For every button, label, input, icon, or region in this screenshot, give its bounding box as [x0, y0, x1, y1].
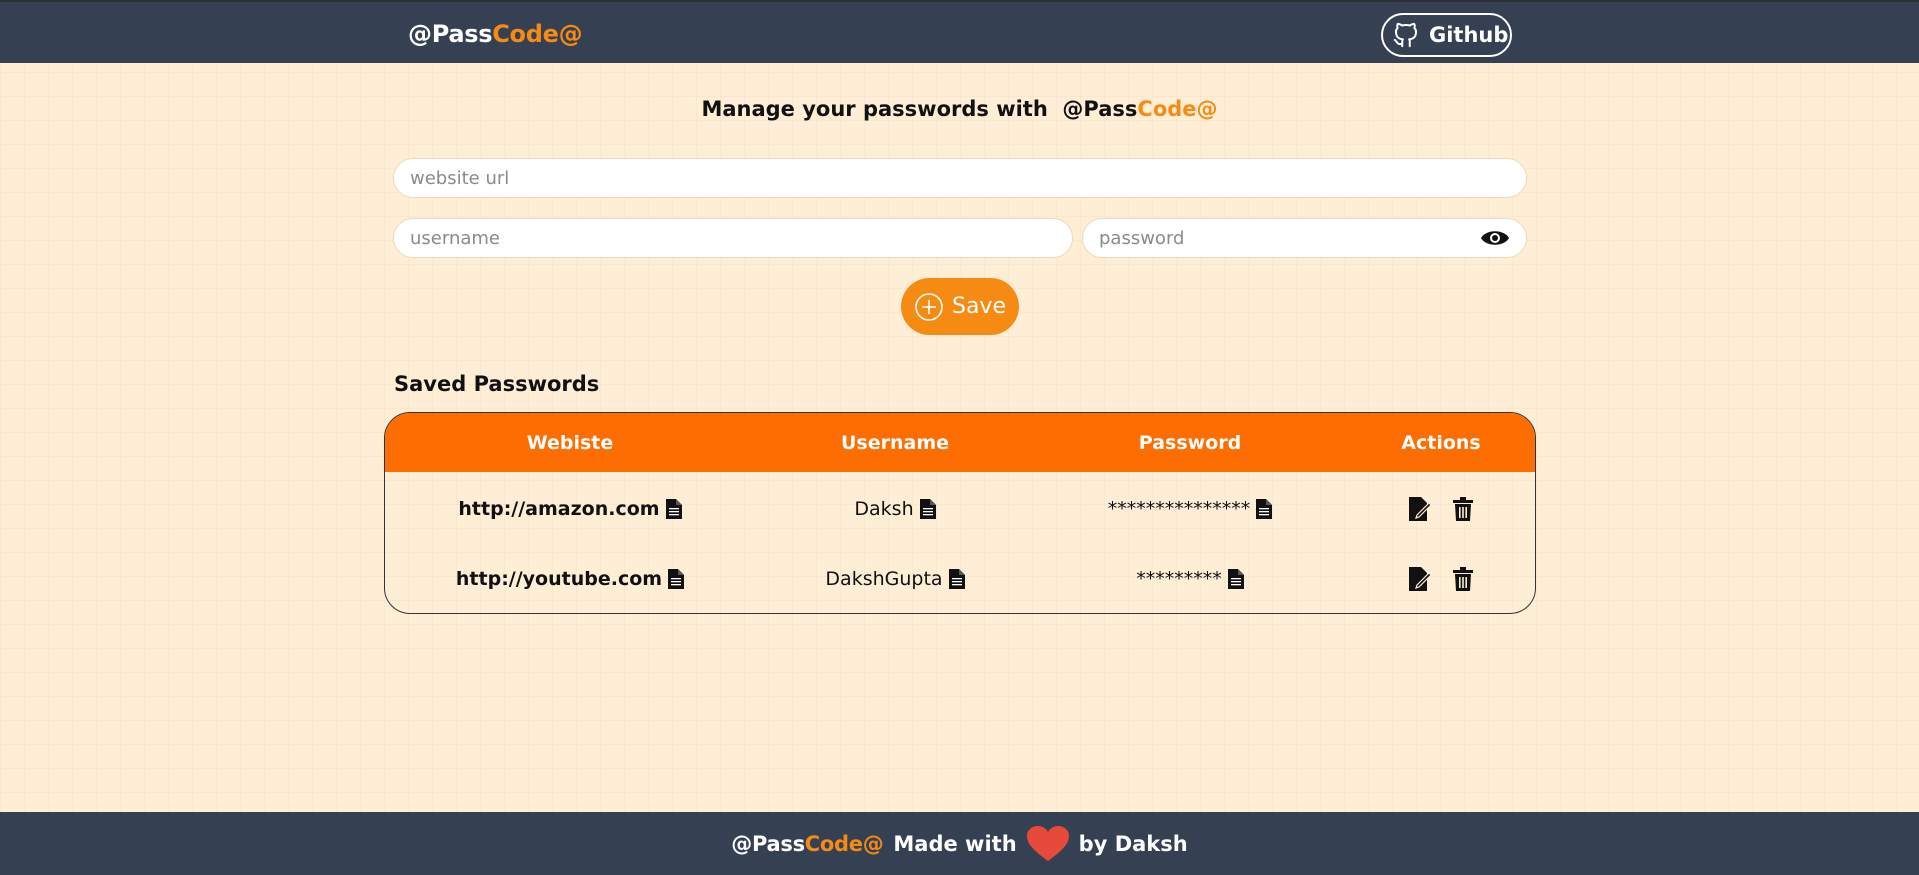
passwords-table: Webiste Username Password Actions http:/…: [384, 412, 1536, 614]
table-row: http://youtube.com DakshGupta *********: [385, 544, 1535, 613]
cell-password: ***************: [1035, 474, 1345, 544]
heading-text: Manage your passwords with: [701, 97, 1048, 121]
header-actions: Actions: [1401, 431, 1481, 454]
edit-icon[interactable]: [1409, 497, 1431, 521]
footer-made-with: Made with: [893, 831, 1017, 856]
cell-website: http://youtube.com: [385, 544, 755, 613]
header-website: Webiste: [526, 431, 614, 454]
website-link[interactable]: http://youtube.com: [456, 568, 662, 590]
github-button[interactable]: Github: [1381, 13, 1512, 57]
website-link[interactable]: http://amazon.com: [458, 498, 659, 520]
footer: @PassCode@ Made with by Daksh: [0, 812, 1919, 875]
saved-passwords-title: Saved Passwords: [394, 372, 600, 396]
copy-document-icon[interactable]: [1256, 499, 1273, 519]
footer-by: by Daksh: [1078, 831, 1188, 856]
copy-document-icon[interactable]: [948, 569, 965, 589]
page-heading: Manage your passwords with @PassCode@: [0, 97, 1919, 121]
edit-icon[interactable]: [1409, 567, 1431, 591]
cell-actions: [1345, 544, 1535, 613]
password-value: *********: [1136, 568, 1222, 590]
header-password: Password: [1138, 431, 1242, 454]
password-value: ***************: [1107, 498, 1251, 520]
header-username: Username: [840, 431, 950, 454]
cell-website: http://amazon.com: [385, 474, 755, 544]
save-label: Save: [951, 294, 1006, 319]
eye-icon[interactable]: [1479, 224, 1511, 252]
trash-icon[interactable]: [1453, 497, 1473, 521]
password-input[interactable]: [1082, 218, 1527, 258]
username-input[interactable]: [393, 218, 1073, 258]
brand-prefix: @Pass: [408, 20, 493, 48]
cell-actions: [1345, 474, 1535, 544]
copy-document-icon[interactable]: [665, 499, 682, 519]
table-header: Webiste Username Password Actions: [385, 413, 1535, 472]
copy-document-icon[interactable]: [668, 569, 685, 589]
nav-brand-logo[interactable]: @PassCode@: [408, 20, 583, 48]
table-row: http://amazon.com Daksh ***************: [385, 474, 1535, 544]
username-value: Daksh: [854, 498, 914, 520]
trash-icon[interactable]: [1453, 567, 1473, 591]
username-value: DakshGupta: [825, 568, 943, 590]
copy-document-icon[interactable]: [919, 499, 936, 519]
copy-document-icon[interactable]: [1227, 569, 1244, 589]
footer-brand: @PassCode@: [731, 831, 884, 856]
github-label: Github: [1429, 23, 1509, 47]
cell-username: Daksh: [755, 474, 1035, 544]
navbar: @PassCode@ Github: [0, 0, 1919, 63]
github-icon: [1389, 18, 1423, 52]
plus-circle-icon: [914, 292, 944, 322]
save-button[interactable]: Save: [901, 278, 1019, 335]
brand-suffix: Code@: [492, 20, 583, 48]
website-url-input[interactable]: [393, 158, 1527, 198]
heart-icon: [1026, 825, 1069, 862]
cell-password: *********: [1035, 544, 1345, 613]
heading-brand: @PassCode@: [1062, 97, 1218, 121]
cell-username: DakshGupta: [755, 544, 1035, 613]
